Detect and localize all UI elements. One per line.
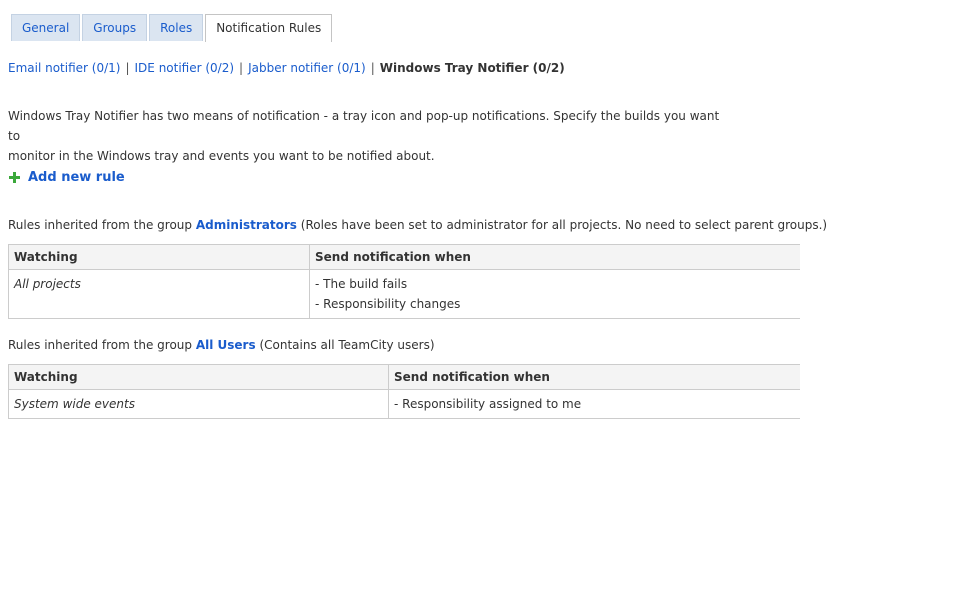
tab-groups[interactable]: Groups xyxy=(82,14,148,41)
group-link-administrators[interactable]: Administrators xyxy=(196,218,297,232)
separator: | xyxy=(125,61,130,75)
group-note: (Contains all TeamCity users) xyxy=(259,338,435,352)
email-notifier-link[interactable]: Email notifier (0/1) xyxy=(8,61,120,75)
tab-notification-rules[interactable]: Notification Rules xyxy=(205,14,333,42)
rules-table-all-users: Watching Send notification when System w… xyxy=(8,364,800,419)
add-new-rule-label[interactable]: Add new rule xyxy=(28,170,125,185)
rules-table-administrators: Watching Send notification when All proj… xyxy=(8,244,800,319)
tab-bar: General Groups Roles Notification Rules xyxy=(11,14,334,42)
description-line-1: Windows Tray Notifier has two means of n… xyxy=(8,109,720,143)
ide-notifier-link[interactable]: IDE notifier (0/2) xyxy=(135,61,235,75)
table-row: All projects - The build fails - Respons… xyxy=(8,269,800,319)
tab-general[interactable]: General xyxy=(11,14,81,41)
watching-cell: System wide events xyxy=(8,389,389,419)
current-notifier: Windows Tray Notifier (0/2) xyxy=(379,61,565,75)
events-cell: - Responsibility assigned to me xyxy=(388,389,800,419)
group-prefix: Rules inherited from the group xyxy=(8,218,193,232)
description-line-2: monitor in the Windows tray and events y… xyxy=(8,149,435,163)
event-item: - Responsibility assigned to me xyxy=(394,397,582,411)
send-notification-header: Send notification when xyxy=(388,364,800,390)
event-item: - Responsibility changes xyxy=(315,297,461,311)
group-link-all-users[interactable]: All Users xyxy=(196,338,256,352)
jabber-notifier-link[interactable]: Jabber notifier (0/1) xyxy=(248,61,366,75)
table-header-row: Watching Send notification when xyxy=(8,364,800,390)
group-prefix: Rules inherited from the group xyxy=(8,338,193,352)
watching-cell: All projects xyxy=(8,269,310,319)
watching-header: Watching xyxy=(8,244,310,270)
events-cell: - The build fails - Responsibility chang… xyxy=(309,269,800,319)
event-item: - The build fails xyxy=(315,277,408,291)
group-heading-all-users: Rules inherited from the group All Users… xyxy=(8,338,435,352)
notifier-links: Email notifier (0/1) | IDE notifier (0/2) |… xyxy=(8,61,565,75)
table-row: System wide events - Responsibility assi… xyxy=(8,389,800,419)
plus-icon xyxy=(9,172,20,183)
tab-roles[interactable]: Roles xyxy=(149,14,204,41)
group-heading-administrators: Rules inherited from the group Administr… xyxy=(8,218,827,232)
separator: | xyxy=(239,61,244,75)
notifier-description: Windows Tray Notifier has two means of n… xyxy=(8,106,728,166)
watching-header: Watching xyxy=(8,364,389,390)
separator: | xyxy=(370,61,375,75)
table-header-row: Watching Send notification when xyxy=(8,244,800,270)
send-notification-header: Send notification when xyxy=(309,244,800,270)
group-note: (Roles have been set to administrator fo… xyxy=(300,218,828,232)
add-new-rule-button[interactable]: Add new rule xyxy=(9,170,125,185)
